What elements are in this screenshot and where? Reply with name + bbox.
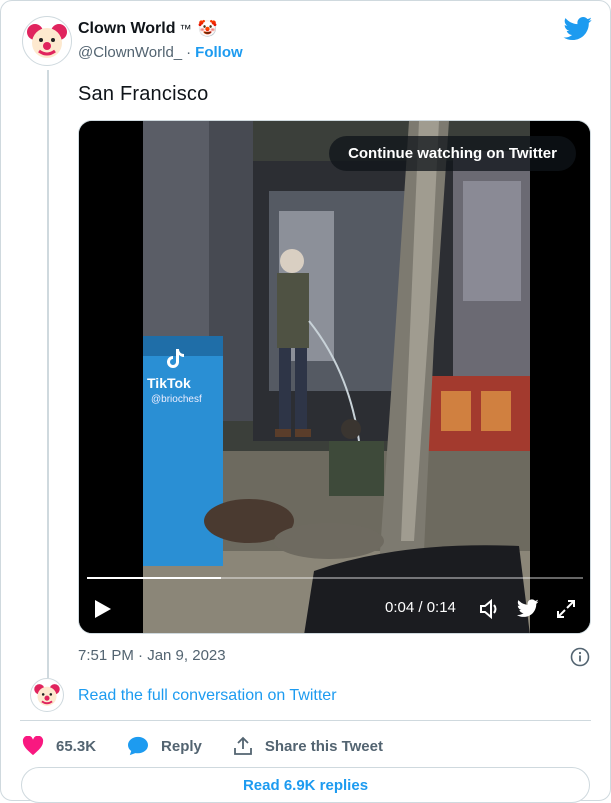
reply-label: Reply [161,737,202,755]
author-emoji: 🤡 [197,21,218,38]
heart-icon [22,736,44,756]
like-button[interactable]: 65.3K [22,736,96,756]
author-avatar[interactable] [22,16,72,66]
divider [20,720,591,721]
follow-button[interactable]: Follow [195,44,243,61]
author-handle[interactable]: @ClownWorld_ [78,44,182,61]
share-label: Share this Tweet [264,737,383,755]
tweet-timestamp[interactable]: 7:51 PM · Jan 9, 2023 [78,647,226,664]
tweet-actions: 65.3K Reply Share this Tweet [22,735,414,757]
twitter-logo-icon[interactable] [563,17,593,41]
separator-dot: · [186,44,192,61]
author-name[interactable]: Clown World [78,20,175,38]
author-handle-row: @ClownWorld_ · Follow [78,44,243,61]
continue-watching-button[interactable]: Continue watching on Twitter [329,136,576,171]
author-name-row[interactable]: Clown World ™ 🤡 [78,19,243,39]
fullscreen-icon[interactable] [556,599,576,619]
author-block: Clown World ™ 🤡 @ClownWorld_ · Follow [78,19,243,61]
info-icon[interactable] [570,647,590,667]
like-count: 65.3K [56,737,97,755]
video-progress-bar[interactable] [87,577,583,579]
video-time: 0:04 / 0:14 [385,599,456,616]
conversation-avatar[interactable] [30,678,64,712]
reply-bubble-icon [128,736,149,756]
author-name-suffix: ™ [179,22,192,36]
video-progress-fill [87,577,221,579]
clown-avatar-icon [34,684,60,706]
tiktok-watermark: TikTok [147,375,191,391]
tiktok-user-watermark: @briochesf [151,394,202,405]
tweet-meta-row: 7:51 PM · Jan 9, 2023 [78,647,590,667]
clown-avatar-icon [27,24,67,58]
tiktok-note-icon [167,349,184,368]
read-replies-button[interactable]: Read 6.9K replies [21,767,590,803]
share-icon [233,736,252,755]
tweet-text: San Francisco [78,83,209,105]
reply-button[interactable]: Reply [127,736,202,756]
twitter-bird-icon[interactable] [517,599,539,618]
play-icon[interactable] [95,600,111,618]
volume-icon[interactable] [479,599,501,619]
video-controls: 0:04 / 0:14 [79,591,590,625]
video-player[interactable]: TikTok @briochesf Continue watching on T… [78,120,591,634]
read-conversation-link[interactable]: Read the full conversation on Twitter [78,687,337,705]
share-button[interactable]: Share this Tweet [233,736,383,756]
thread-line [47,70,49,678]
